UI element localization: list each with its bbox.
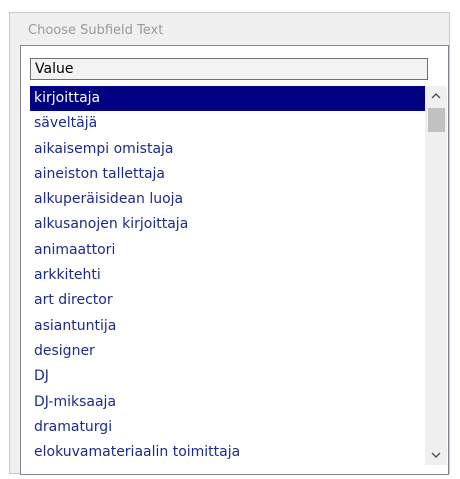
list-item[interactable]: animaattori (30, 238, 425, 263)
list-item[interactable]: DJ-miksaaja (30, 390, 425, 415)
list-item[interactable]: säveltäjä (30, 111, 425, 136)
value-list[interactable]: kirjoittaja säveltäjä aikaisempi omistaj… (30, 86, 425, 465)
column-header-label: Value (35, 61, 74, 77)
list-item[interactable]: kirjoittaja (30, 86, 425, 112)
vertical-scrollbar[interactable] (425, 86, 447, 465)
list-item[interactable]: arkkitehti (30, 263, 425, 288)
list-item[interactable]: alkusanojen kirjoittaja (30, 212, 425, 237)
list-item[interactable]: DJ (30, 364, 425, 389)
list-item[interactable]: asiantuntija (30, 314, 425, 339)
scrollbar-thumb[interactable] (428, 108, 445, 132)
list-item[interactable]: alkuperäisidean luoja (30, 187, 425, 212)
scroll-down-button[interactable] (425, 445, 447, 465)
scroll-up-button[interactable] (425, 86, 447, 106)
chevron-down-icon (431, 452, 441, 458)
list-item[interactable]: aineiston tallettaja (30, 162, 425, 187)
list-item[interactable]: elokuvamateriaalin toimittaja (30, 440, 425, 465)
list-item[interactable]: aikaisempi omistaja (30, 137, 425, 162)
list-item[interactable]: art director (30, 288, 425, 313)
list-item[interactable]: designer (30, 339, 425, 364)
column-header-value[interactable]: Value (30, 58, 428, 80)
dialog-title: Choose Subfield Text (28, 23, 164, 38)
list-item[interactable]: dramaturgi (30, 415, 425, 440)
chevron-up-icon (431, 93, 441, 99)
